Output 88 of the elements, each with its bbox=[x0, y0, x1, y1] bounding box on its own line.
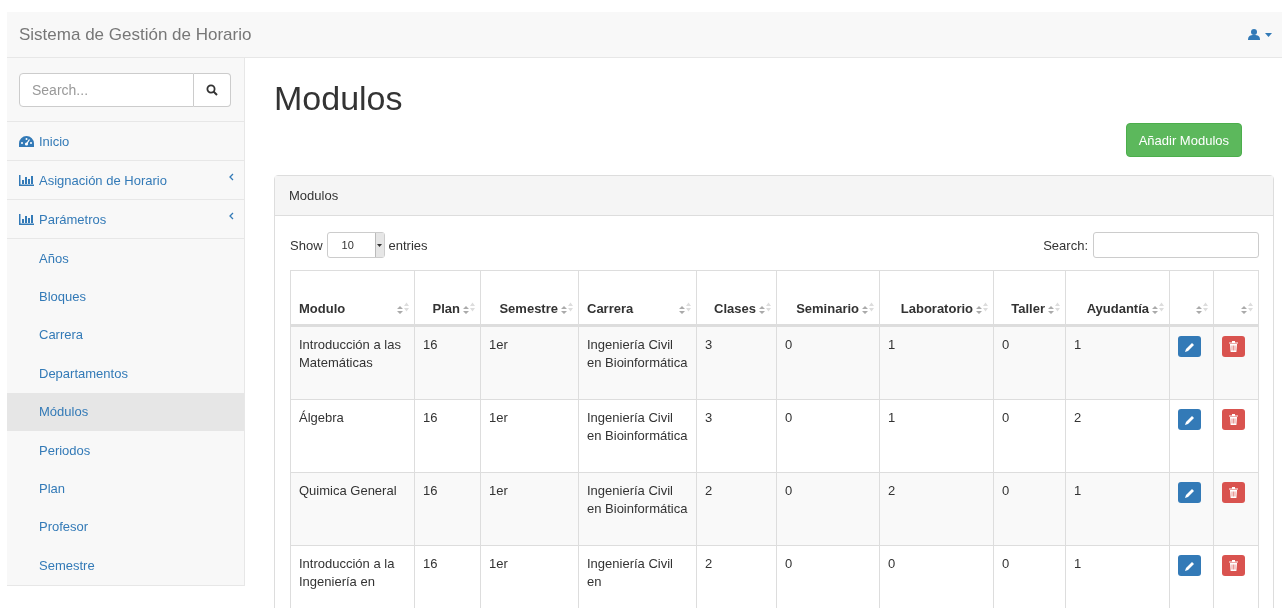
table-cell: 16 bbox=[414, 325, 481, 400]
table-cell: Introducción a las Matemáticas bbox=[290, 325, 415, 400]
trash-icon bbox=[1229, 560, 1238, 571]
trash-icon bbox=[1229, 414, 1238, 425]
sort-icon[interactable] bbox=[861, 302, 875, 316]
sort-icon[interactable] bbox=[1240, 302, 1254, 316]
chevron-left-icon bbox=[229, 212, 234, 220]
sidebar-subitem[interactable]: Módulos bbox=[7, 392, 244, 431]
search-label: Search: bbox=[1043, 237, 1088, 253]
entries-select[interactable]: 10 bbox=[326, 232, 385, 258]
table-cell: 1er bbox=[480, 472, 579, 546]
sort-icon[interactable] bbox=[975, 302, 989, 316]
brand-title[interactable]: Sistema de Gestión de Horario bbox=[19, 24, 252, 45]
pencil-icon bbox=[1184, 487, 1195, 498]
sort-icon[interactable] bbox=[758, 302, 772, 316]
table-cell: 1 bbox=[1065, 472, 1170, 546]
table-search-field[interactable] bbox=[1093, 232, 1259, 258]
pencil-icon bbox=[1184, 341, 1195, 352]
search-icon bbox=[206, 84, 218, 96]
bar-chart-icon bbox=[19, 213, 34, 225]
panel-title: Modulos bbox=[289, 188, 339, 203]
column-header[interactable]: Laboratorio bbox=[900, 301, 973, 316]
table-cell: 16 bbox=[414, 472, 481, 546]
sidebar-item[interactable]: Asignación de Horario bbox=[7, 161, 244, 200]
sort-icon[interactable] bbox=[1151, 302, 1165, 316]
table-cell: 1 bbox=[879, 399, 994, 473]
table-cell: 2 bbox=[1065, 399, 1170, 473]
table-cell: 0 bbox=[776, 472, 880, 546]
table-cell: 1 bbox=[879, 325, 994, 400]
column-header[interactable]: Semestre bbox=[499, 301, 558, 316]
show-label: Show bbox=[290, 237, 323, 253]
table-cell: Quimica General bbox=[290, 472, 415, 546]
edit-button[interactable] bbox=[1178, 409, 1201, 430]
sort-icon[interactable] bbox=[678, 302, 692, 316]
table-cell: 0 bbox=[776, 399, 880, 473]
table-cell: Ingeniería Civil en Bioinformática bbox=[578, 472, 697, 546]
sort-icon[interactable] bbox=[1195, 302, 1209, 316]
page-title: Modulos bbox=[274, 78, 404, 118]
table-cell: Ingeniería Civil en Bioinformática bbox=[578, 325, 697, 400]
search-field[interactable]: Search... bbox=[19, 73, 194, 107]
edit-button[interactable] bbox=[1178, 336, 1201, 357]
sort-icon[interactable] bbox=[560, 302, 574, 316]
add-button[interactable]: Añadir Modulos bbox=[1125, 123, 1242, 157]
sort-icon[interactable] bbox=[1047, 302, 1061, 316]
column-header[interactable]: Modulo bbox=[299, 301, 346, 316]
dashboard-icon bbox=[19, 135, 34, 147]
delete-button[interactable] bbox=[1222, 336, 1245, 357]
entries-label: entries bbox=[388, 237, 428, 253]
caret-icon bbox=[377, 243, 383, 247]
column-header[interactable]: Taller bbox=[1011, 301, 1045, 316]
edit-button[interactable] bbox=[1178, 555, 1201, 576]
column-header[interactable]: Plan bbox=[432, 301, 460, 316]
delete-button[interactable] bbox=[1222, 555, 1245, 576]
trash-icon bbox=[1229, 487, 1238, 498]
table-cell: 2 bbox=[879, 472, 994, 546]
table-cell: 3 bbox=[696, 399, 777, 473]
table-cell: 0 bbox=[993, 472, 1066, 546]
table-cell: 1er bbox=[480, 399, 579, 473]
sort-icon[interactable] bbox=[462, 302, 476, 316]
pencil-icon bbox=[1184, 414, 1195, 425]
chevron-left-icon bbox=[229, 173, 234, 181]
table-cell: 1 bbox=[1065, 325, 1170, 400]
sort-icon[interactable] bbox=[396, 302, 410, 316]
column-header[interactable]: Ayudantía bbox=[1086, 301, 1149, 316]
table-cell: 2 bbox=[696, 472, 777, 546]
pencil-icon bbox=[1184, 560, 1195, 571]
table-cell: 0 bbox=[776, 325, 880, 400]
table-cell: 0 bbox=[993, 325, 1066, 400]
table-cell: Álgebra bbox=[290, 399, 415, 473]
table-cell: 3 bbox=[696, 325, 777, 400]
delete-button[interactable] bbox=[1222, 482, 1245, 503]
table-cell: 0 bbox=[993, 399, 1066, 473]
delete-button[interactable] bbox=[1222, 409, 1245, 430]
bar-chart-icon bbox=[19, 174, 34, 186]
sidebar-item[interactable]: Inicio bbox=[7, 122, 244, 161]
table-cell: Ingeniería Civil en Bioinformática bbox=[578, 399, 697, 473]
user-menu[interactable] bbox=[1248, 29, 1272, 40]
trash-icon bbox=[1229, 341, 1238, 352]
column-header[interactable]: Carrera bbox=[587, 301, 634, 316]
search-button[interactable] bbox=[194, 73, 231, 107]
table-cell: Introducción a la Ingeniería en bbox=[290, 545, 415, 608]
edit-button[interactable] bbox=[1178, 482, 1201, 503]
user-icon bbox=[1248, 29, 1260, 40]
caret-icon bbox=[1265, 32, 1272, 37]
column-header[interactable]: Seminario bbox=[796, 301, 859, 316]
table-cell: 1er bbox=[480, 325, 579, 400]
column-header[interactable]: Clases bbox=[714, 301, 756, 316]
table-cell: 16 bbox=[414, 399, 481, 473]
